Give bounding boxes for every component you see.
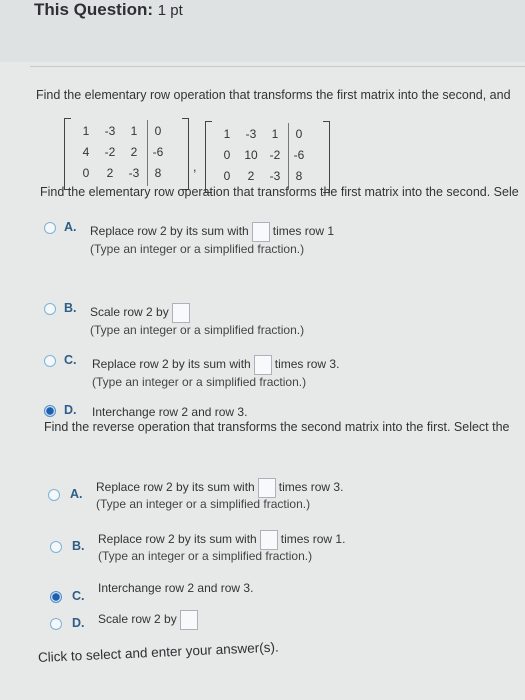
part2-option-b[interactable]: Replace row 2 by its sum with times row 1…: [98, 530, 345, 550]
part1-radio-b[interactable]: [44, 303, 56, 315]
part1-radio-a[interactable]: [44, 222, 56, 234]
part1-prompt: Find the elementary row operation that t…: [40, 185, 519, 199]
part1-a-hint: (Type an integer or a simplified fractio…: [90, 242, 305, 256]
part1-option-c[interactable]: Replace row 2 by its sum with times row 3…: [92, 355, 339, 375]
part1-option-b[interactable]: Scale row 2 by: [90, 303, 193, 323]
part2-radio-d[interactable]: [50, 618, 62, 630]
part1-letter-b: B.: [64, 301, 77, 315]
part1-letter-d: D.: [64, 403, 77, 417]
part2-b-answer-input[interactable]: [259, 530, 278, 550]
part1-radio-c[interactable]: [44, 355, 56, 367]
part2-letter-b: B.: [72, 539, 85, 553]
part2-option-c[interactable]: Interchange row 2 and row 3.: [98, 581, 253, 595]
matrix-separator: ,: [193, 160, 197, 174]
part1-option-a[interactable]: Replace row 2 by its sum with times row 1: [90, 222, 334, 242]
part2-radio-a[interactable]: [48, 489, 60, 501]
part2-d-answer-input[interactable]: [179, 610, 198, 630]
part1-c-answer-input[interactable]: [253, 355, 272, 375]
part1-letter-a: A.: [64, 220, 77, 234]
question-prompt: Find the elementary row operation that t…: [36, 88, 511, 102]
part2-prompt: Find the reverse operation that transfor…: [44, 420, 510, 434]
part2-radio-b[interactable]: [50, 541, 62, 553]
part2-option-a[interactable]: Replace row 2 by its sum with times row 3…: [96, 478, 343, 498]
part1-option-d[interactable]: Interchange row 2 and row 3.: [92, 405, 247, 419]
part1-b-answer-input[interactable]: [171, 303, 190, 323]
part2-option-d[interactable]: Scale row 2 by: [98, 610, 201, 630]
matrix-2: 1 -3 1 0 0 10 -2 -6 0 2 -3 8: [205, 121, 330, 193]
part2-b-hint: (Type an integer or a simplified fractio…: [98, 549, 313, 563]
part1-a-answer-input[interactable]: [251, 222, 270, 242]
part2-a-hint: (Type an integer or a simplified fractio…: [96, 497, 311, 511]
divider: [30, 66, 525, 67]
part1-b-hint: (Type an integer or a simplified fractio…: [90, 323, 305, 337]
part2-letter-d: D.: [72, 616, 85, 630]
part2-radio-c[interactable]: [50, 591, 62, 603]
part2-a-answer-input[interactable]: [257, 478, 276, 498]
part1-c-hint: (Type an integer or a simplified fractio…: [92, 375, 307, 389]
footer-instruction: Click to select and enter your answer(s)…: [37, 639, 279, 665]
question-title: This Question:: [34, 0, 153, 19]
matrix-1: 1 -3 1 0 4 -2 2 -6 0 2 -3 8: [64, 118, 189, 190]
part2-letter-c: C.: [72, 589, 85, 603]
part1-letter-c: C.: [64, 353, 77, 367]
part1-radio-d[interactable]: [44, 405, 56, 417]
question-points: 1 pt: [157, 2, 183, 19]
part2-letter-a: A.: [70, 487, 83, 501]
question-header: This Question: 1 pt: [34, 0, 183, 20]
